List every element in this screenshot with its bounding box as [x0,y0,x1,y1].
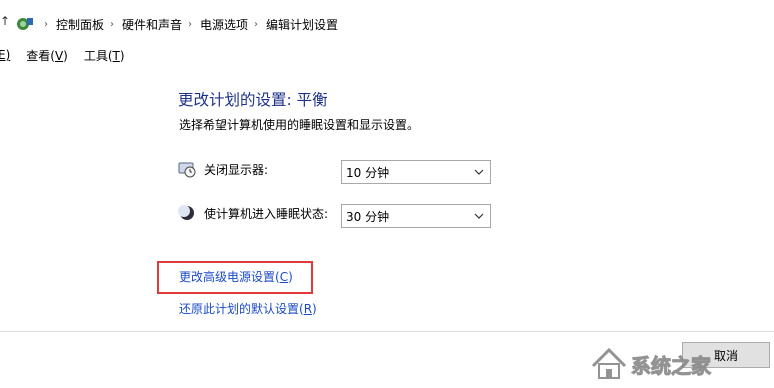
chevron-right-icon: › [110,19,115,30]
display-off-select[interactable]: 10 分钟 [341,160,491,184]
menu-bar: E) 查看(V) 工具(T) [0,44,141,66]
watermark-text: 系统之家 [631,353,712,378]
sleep-setting: 使计算机进入睡眠状态: [178,204,354,222]
breadcrumb-control-panel[interactable]: 控制面板 [56,16,104,33]
chevron-right-icon: › [44,19,48,30]
control-panel-icon [17,18,33,30]
sleep-value: 30 分钟 [346,209,390,224]
menu-view[interactable]: 查看(V) [26,47,68,64]
display-off-value: 10 分钟 [346,165,390,180]
house-logo-icon [591,347,627,379]
chevron-down-icon [474,213,484,219]
page-title: 更改计划的设置: 平衡 [178,91,328,109]
address-bar: ↑ › 控制面板 › 硬件和声音 › 电源选项 › 编辑计划设置 [0,0,774,42]
sleep-select[interactable]: 30 分钟 [341,204,491,228]
page-description: 选择希望计算机使用的睡眠设置和显示设置。 [179,118,420,132]
sleep-label: 使计算机进入睡眠状态: [204,206,329,221]
chevron-right-icon: › [188,19,193,30]
watermark: 系统之家 [589,343,771,385]
display-off-label: 关闭显示器: [204,162,269,177]
breadcrumb: › 控制面板 › 硬件和声音 › 电源选项 › 编辑计划设置 [38,16,338,33]
breadcrumb-hardware-sound[interactable]: 硬件和声音 [122,16,182,33]
restore-defaults-link[interactable]: 还原此计划的默认设置(R) [179,300,317,317]
chevron-down-icon [474,169,484,175]
advanced-power-settings-link[interactable]: 更改高级电源设置(C) [179,268,293,285]
up-arrow-icon[interactable]: ↑ [0,14,10,28]
breadcrumb-edit-plan[interactable]: 编辑计划设置 [266,16,338,33]
breadcrumb-power-options[interactable]: 电源选项 [200,16,248,33]
display-off-setting: 关闭显示器: [178,160,354,178]
monitor-icon [178,162,196,178]
menu-tools[interactable]: 工具(T) [84,47,125,64]
moon-icon [178,205,194,220]
chevron-right-icon: › [254,19,259,30]
menu-edit[interactable]: E) [0,48,10,62]
divider [0,331,774,332]
